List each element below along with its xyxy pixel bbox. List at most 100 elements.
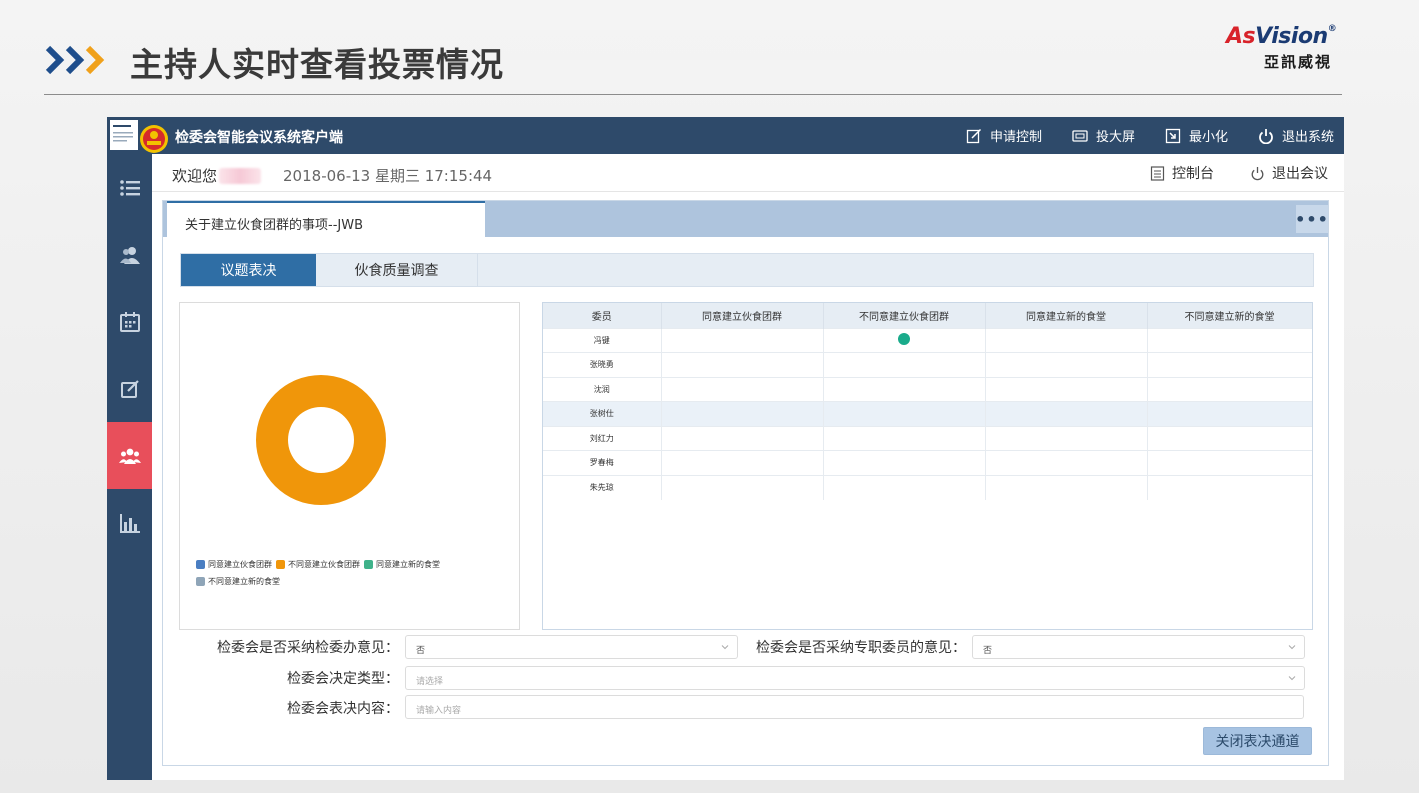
tab-food-survey[interactable]: 伙食质量调查 <box>316 254 478 286</box>
legend-item[interactable]: 同意建立新的食堂 <box>364 557 440 572</box>
pie-slice[interactable] <box>256 374 386 506</box>
vote-dot-icon <box>898 333 910 346</box>
vote-cell <box>661 425 824 451</box>
slide-title: 主持人实时查看投票情况 <box>130 45 504 84</box>
vote-cell <box>661 352 824 377</box>
decision-type-placeholder: 请选择 <box>416 677 444 687</box>
list-icon <box>119 179 140 196</box>
legend-item[interactable]: 不同意建立新的食堂 <box>196 574 280 589</box>
welcome-text: 欢迎您 2018-06-13 星期三 17:15:44 <box>172 165 492 186</box>
vote-cell <box>1147 425 1312 451</box>
vote-cell <box>823 450 986 475</box>
vote-cell <box>661 327 824 353</box>
vote-cell <box>661 376 824 402</box>
close-voting-button[interactable]: 关闭表决通道 <box>1203 727 1312 755</box>
segment-tabs: 议题表决 伙食质量调查 <box>180 253 1314 287</box>
content-input[interactable]: 请输入内容 <box>405 695 1304 719</box>
power-icon <box>1259 128 1273 144</box>
tab-agenda-item[interactable]: 关于建立伙食团群的事项--JWB <box>167 201 485 237</box>
table-row: 罗春梅 <box>543 450 1312 475</box>
vote-cell <box>985 401 1148 426</box>
sidebar-item-notes[interactable] <box>107 355 152 422</box>
sidebar-item-menu[interactable] <box>107 154 152 221</box>
agenda-panel: 关于建立伙食团群的事项--JWB ••• 议题表决 伙食质量调查 同意建立伙食团… <box>162 200 1329 766</box>
more-button[interactable]: ••• <box>1295 205 1328 233</box>
logo-prefix: As <box>1226 24 1256 49</box>
screen-icon <box>1072 129 1088 142</box>
vote-cell <box>1147 474 1312 500</box>
app-title: 检委会智能会议系统客户端 <box>175 130 343 146</box>
vote-chart: 同意建立伙食团群 不同意建立伙食团群 同意建立新的食堂不同意建立新的食堂 <box>179 302 520 630</box>
adopt-member-label: 检委会是否采纳专职委员的意见： <box>756 640 966 656</box>
logo-suffix: Vision <box>1255 24 1328 49</box>
vote-cell <box>823 401 986 426</box>
content-label: 检委会表决内容： <box>287 701 399 717</box>
vote-cell <box>1147 376 1312 402</box>
column-header-member: 委员 <box>543 303 662 328</box>
legend-item[interactable]: 同意建立伙食团群 <box>196 557 272 572</box>
header-divider <box>44 94 1342 95</box>
bar-chart-icon <box>119 513 140 533</box>
main-content: 欢迎您 2018-06-13 星期三 17:15:44 控制台 退出会议 关于建… <box>152 154 1344 780</box>
column-header-agree-canteen: 同意建立新的食堂 <box>985 303 1148 328</box>
adopt-office-value: 否 <box>416 646 426 656</box>
legend-label: 不同意建立新的食堂 <box>208 577 280 586</box>
vote-cell <box>985 376 1148 402</box>
vote-cell <box>1147 327 1312 353</box>
blurred-username <box>219 167 262 184</box>
legend-label: 不同意建立伙食团群 <box>288 560 360 569</box>
column-header-disagree-canteen: 不同意建立新的食堂 <box>1147 303 1312 328</box>
vote-cell <box>985 352 1148 377</box>
brand-logo: AsVision® 亞訊威視 <box>1226 24 1337 71</box>
column-header-agree-group: 同意建立伙食团群 <box>661 303 824 328</box>
vote-table: 委员 同意建立伙食团群 不同意建立伙食团群 同意建立新的食堂 不同意建立新的食堂… <box>543 303 1312 500</box>
column-header-disagree-group: 不同意建立伙食团群 <box>823 303 986 328</box>
panel-tab-bar: 关于建立伙食团群的事项--JWB ••• <box>163 201 1328 237</box>
cast-screen-button[interactable]: 投大屏 <box>1072 126 1135 145</box>
window-titlebar: 检委会智能会议系统客户端 申请控制 投大屏 最小化 退出系统 <box>107 117 1344 154</box>
console-label: 控制台 <box>1172 166 1214 182</box>
vote-cell <box>1147 401 1312 426</box>
content-placeholder: 请输入内容 <box>416 706 462 716</box>
sidebar-item-voting[interactable] <box>107 422 152 489</box>
decision-type-label: 检委会决定类型： <box>287 671 399 687</box>
member-name: 张晓勇 <box>543 352 662 377</box>
vote-cell <box>823 474 986 500</box>
edit-square-icon <box>966 128 981 143</box>
request-control-button[interactable]: 申请控制 <box>966 126 1042 145</box>
decision-type-select[interactable]: 请选择 <box>405 666 1305 690</box>
adopt-office-select[interactable]: 否 <box>405 635 738 659</box>
vote-cell <box>661 450 824 475</box>
welcome-label: 欢迎您 <box>172 167 218 185</box>
vote-cell <box>1147 450 1312 475</box>
request-control-label: 申请控制 <box>989 130 1042 145</box>
member-name: 朱先琼 <box>543 474 662 500</box>
exit-system-button[interactable]: 退出系统 <box>1258 126 1334 145</box>
sidebar-item-statistics[interactable] <box>107 489 152 556</box>
legend-item[interactable]: 不同意建立伙食团群 <box>276 557 360 572</box>
triple-chevron-icon <box>45 45 105 75</box>
sidebar-item-schedule[interactable] <box>107 288 152 355</box>
sidebar-item-members[interactable] <box>107 221 152 288</box>
adopt-member-select[interactable]: 否 <box>972 635 1305 659</box>
logo-chinese: 亞訊威視 <box>1264 53 1333 71</box>
vote-cell <box>985 474 1148 500</box>
table-row: 张树仕 <box>543 401 1312 426</box>
tab-agenda-vote[interactable]: 议题表决 <box>181 254 316 286</box>
vote-cell <box>823 376 986 402</box>
minimize-button[interactable]: 最小化 <box>1165 126 1228 145</box>
table-row: 张晓勇 <box>543 352 1312 377</box>
current-datetime: 2018-06-13 星期三 17:15:44 <box>283 167 493 185</box>
console-icon <box>1150 165 1165 181</box>
member-name: 罗春梅 <box>543 450 662 475</box>
member-name: 沈润 <box>543 376 662 402</box>
exit-meeting-button[interactable]: 退出会议 <box>1250 163 1328 183</box>
vote-cell <box>823 352 986 377</box>
legend-label: 同意建立伙食团群 <box>208 560 272 569</box>
table-row: 冯键 <box>543 327 1312 353</box>
console-button[interactable]: 控制台 <box>1150 163 1214 183</box>
legend-label: 同意建立新的食堂 <box>376 560 440 569</box>
chevron-down-icon <box>721 645 729 650</box>
users-icon <box>119 246 140 264</box>
app-window: 检委会智能会议系统客户端 申请控制 投大屏 最小化 退出系统 欢迎您 2018-… <box>107 117 1344 780</box>
